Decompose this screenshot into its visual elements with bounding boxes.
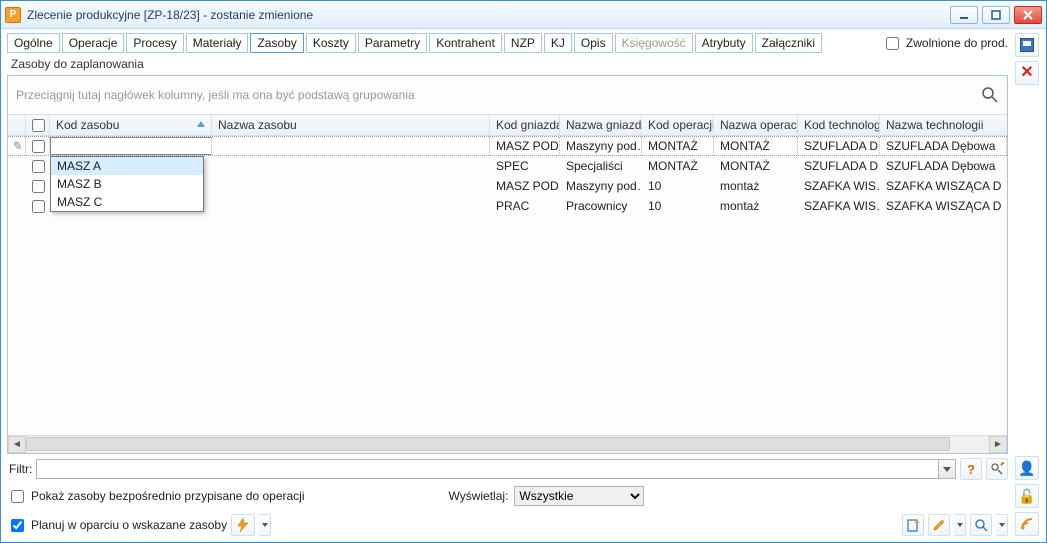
header-indicator bbox=[8, 115, 26, 135]
rss-icon bbox=[1020, 517, 1034, 531]
group-by-hint: Przeciągnij tutaj nagłówek kolumny, jeśl… bbox=[8, 76, 1007, 114]
row-checkbox[interactable] bbox=[32, 160, 45, 173]
minimize-button[interactable] bbox=[950, 6, 978, 24]
release-label: Zwolnione do prod. bbox=[906, 36, 1008, 50]
filter-label: Filtr: bbox=[7, 462, 32, 476]
dropdown-item[interactable]: MASZ A bbox=[51, 157, 203, 175]
close-icon: ✕ bbox=[1020, 65, 1033, 81]
kod-zasobu-input[interactable] bbox=[51, 138, 212, 154]
tab-operacje[interactable]: Operacje bbox=[62, 33, 125, 53]
save-button[interactable] bbox=[1015, 33, 1039, 57]
tab-parametry[interactable]: Parametry bbox=[358, 33, 427, 53]
window-title: Zlecenie produkcyjne [ZP-18/23] - zostan… bbox=[27, 8, 950, 22]
tab-ogolne[interactable]: Ogólne bbox=[7, 33, 60, 53]
app-window: P Zlecenie produkcyjne [ZP-18/23] - zost… bbox=[0, 0, 1047, 543]
dropdown-item[interactable]: MASZ C bbox=[51, 193, 203, 211]
kod-zasobu-combo[interactable] bbox=[50, 137, 212, 155]
filter-input[interactable] bbox=[36, 459, 938, 479]
tab-materialy[interactable]: Materiały bbox=[186, 33, 249, 53]
row-checkbox[interactable] bbox=[32, 180, 45, 193]
action-search-button[interactable] bbox=[970, 514, 992, 536]
search-icon[interactable] bbox=[981, 86, 999, 104]
app-icon: P bbox=[5, 7, 21, 23]
action-edit-button[interactable] bbox=[928, 514, 950, 536]
header-nazwa-technologii[interactable]: Nazwa technologii bbox=[880, 115, 1007, 135]
cancel-button[interactable]: ✕ bbox=[1015, 61, 1039, 85]
tab-atrybuty[interactable]: Atrybuty bbox=[695, 33, 753, 53]
tab-koszty[interactable]: Koszty bbox=[306, 33, 356, 53]
save-icon bbox=[1020, 38, 1034, 52]
action-search-dropdown[interactable] bbox=[996, 514, 1008, 536]
maximize-button[interactable] bbox=[982, 6, 1010, 24]
plan-checkbox[interactable]: Planuj w oparciu o wskazane zasoby bbox=[7, 516, 227, 535]
plan-action-button[interactable] bbox=[231, 514, 255, 536]
filter-dropdown-button[interactable] bbox=[938, 459, 956, 479]
filter-help-button[interactable]: ? bbox=[960, 458, 982, 480]
titlebar: P Zlecenie produkcyjne [ZP-18/23] - zost… bbox=[1, 1, 1046, 29]
tabs: Ogólne Operacje Procesy Materiały Zasoby… bbox=[7, 33, 1008, 53]
horizontal-scrollbar[interactable]: ◄ ► bbox=[8, 435, 1007, 453]
row-checkbox[interactable] bbox=[32, 200, 45, 213]
close-button[interactable] bbox=[1014, 6, 1042, 24]
tab-kj[interactable]: KJ bbox=[544, 33, 572, 53]
tab-zalaczniki[interactable]: Załączniki bbox=[755, 33, 822, 53]
header-nazwa-zasobu[interactable]: Nazwa zasobu bbox=[212, 115, 490, 135]
header-kod-operacji[interactable]: Kod operacji bbox=[642, 115, 714, 135]
sort-asc-icon bbox=[197, 121, 205, 127]
tab-nzp[interactable]: NZP bbox=[504, 33, 542, 53]
grid-header: Kod zasobu Nazwa zasobu Kod gniazda Nazw… bbox=[8, 114, 1007, 136]
action-edit-dropdown[interactable] bbox=[954, 514, 966, 536]
window-controls bbox=[950, 6, 1042, 24]
dropdown-item[interactable]: MASZ B bbox=[51, 175, 203, 193]
scroll-thumb[interactable] bbox=[26, 437, 950, 451]
plan-action-dropdown[interactable] bbox=[259, 514, 271, 536]
tab-ksiegowosc: Księgowość bbox=[615, 33, 693, 53]
release-checkbox-input[interactable] bbox=[886, 37, 899, 50]
tab-zasoby[interactable]: Zasoby bbox=[250, 33, 303, 53]
scroll-left-icon[interactable]: ◄ bbox=[8, 436, 26, 453]
user-button[interactable]: 👤 bbox=[1015, 456, 1039, 480]
action-paste-button[interactable] bbox=[902, 514, 924, 536]
tab-opis[interactable]: Opis bbox=[574, 33, 613, 53]
user-icon: 👤 bbox=[1018, 460, 1035, 477]
filter-builder-button[interactable] bbox=[986, 458, 1008, 480]
rss-button[interactable] bbox=[1015, 512, 1039, 536]
row-checkbox[interactable] bbox=[32, 140, 45, 153]
tab-procesy[interactable]: Procesy bbox=[126, 33, 183, 53]
edit-indicator-icon: ✎ bbox=[8, 137, 26, 155]
side-actions: ✕ 👤 🔓 bbox=[1014, 33, 1040, 536]
kod-zasobu-dropdown[interactable]: MASZ A MASZ B MASZ C bbox=[50, 156, 204, 212]
header-select-all[interactable] bbox=[26, 115, 50, 135]
tab-kontrahent[interactable]: Kontrahent bbox=[429, 33, 502, 53]
header-nazwa-operacji[interactable]: Nazwa operacji bbox=[714, 115, 798, 135]
grid-row-edit[interactable]: ✎ MASZ POD Maszyny pod… MONTAŻ MONTA bbox=[8, 136, 1007, 156]
lock-button[interactable]: 🔓 bbox=[1015, 484, 1039, 508]
lock-icon: 🔓 bbox=[1018, 488, 1035, 505]
section-title: Zasoby do zaplanowania bbox=[7, 55, 1008, 75]
grid-body: ✎ MASZ POD Maszyny pod… MONTAŻ MONTA bbox=[8, 136, 1007, 435]
display-select[interactable]: Wszystkie bbox=[514, 486, 644, 506]
resources-grid: Przeciągnij tutaj nagłówek kolumny, jeśl… bbox=[7, 75, 1008, 454]
header-kod-technologii[interactable]: Kod technologii bbox=[798, 115, 880, 135]
header-nazwa-gniazda[interactable]: Nazwa gniazda bbox=[560, 115, 642, 135]
scroll-right-icon[interactable]: ► bbox=[989, 436, 1007, 453]
header-kod-gniazda[interactable]: Kod gniazda bbox=[490, 115, 560, 135]
show-direct-checkbox[interactable]: Pokaż zasoby bezpośrednio przypisane do … bbox=[7, 487, 305, 506]
header-kod-zasobu[interactable]: Kod zasobu bbox=[50, 115, 212, 135]
release-checkbox[interactable]: Zwolnione do prod. bbox=[882, 34, 1008, 53]
display-label: Wyświetlaj: bbox=[449, 489, 509, 503]
